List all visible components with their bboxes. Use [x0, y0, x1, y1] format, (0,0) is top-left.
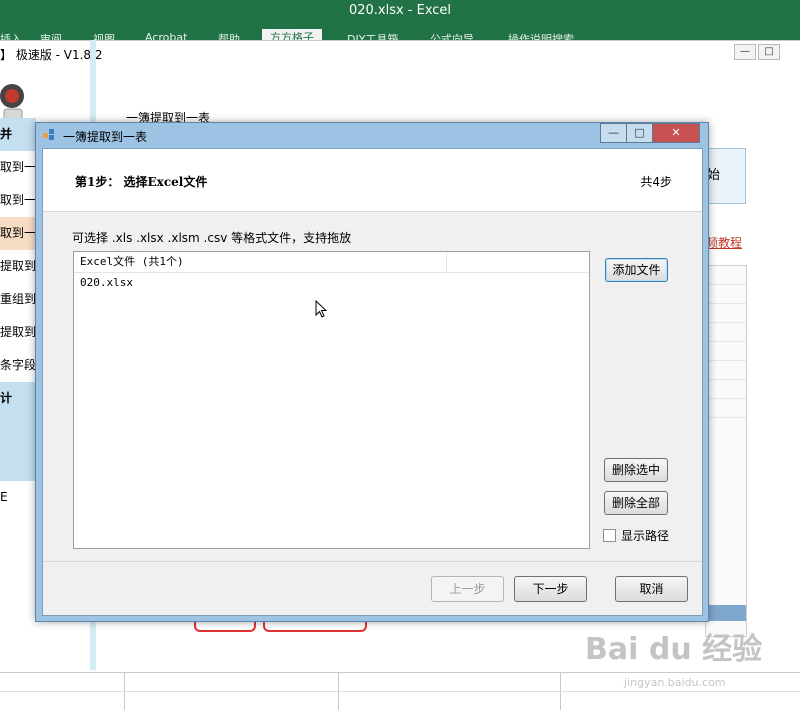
- dialog-footer-separator: [43, 561, 702, 562]
- show-path-checkbox[interactable]: 显示路径: [603, 527, 669, 544]
- extract-dialog: 一簿提取到一表 — □ ✕ 第1步： 选择Excel文件 共4步 可选择 .xl…: [35, 122, 709, 622]
- sidebar-item-7[interactable]: 条字段: [0, 349, 36, 382]
- sidebar-group-10[interactable]: [0, 448, 36, 481]
- step-header: 第1步： 选择Excel文件 共4步: [43, 149, 702, 212]
- add-file-button[interactable]: 添加文件: [605, 258, 668, 282]
- tool-start-button[interactable]: 始: [706, 148, 746, 204]
- tool-window-title: 】 极速版 - V1.8.2: [0, 48, 103, 62]
- sidebar-item-5[interactable]: 重组到一: [0, 283, 36, 316]
- cancel-button[interactable]: 取消: [615, 576, 688, 602]
- tool-video-tutorial-link[interactable]: 频教程: [706, 234, 742, 251]
- mouse-pointer-icon: [315, 300, 327, 318]
- delete-all-button[interactable]: 删除全部: [604, 491, 668, 515]
- tool-preview-panel: [705, 265, 747, 637]
- column-header-excel-files[interactable]: Excel文件 (共1个): [74, 252, 447, 272]
- sidebar-group-merge[interactable]: 并: [0, 118, 36, 151]
- excel-title-bar: 020.xlsx - Excel 插入 审阅 视图 Acrobat 帮助 方方格…: [0, 0, 800, 41]
- file-format-hint: 可选择 .xls .xlsx .xlsm .csv 等格式文件，支持拖放: [72, 231, 352, 245]
- show-path-label: 显示路径: [621, 529, 670, 543]
- dialog-minimize-button[interactable]: —: [600, 123, 627, 143]
- sidebar-item-11[interactable]: E: [0, 481, 36, 514]
- checkbox-box[interactable]: [603, 529, 616, 542]
- next-step-button[interactable]: 下一步: [514, 576, 587, 602]
- app-grid-icon: [43, 129, 54, 140]
- sidebar-item-4[interactable]: 提取到一: [0, 250, 36, 283]
- sidebar-item-2[interactable]: 取到一表: [0, 184, 36, 217]
- tool-sidebar: 并 取到一簿 取到一表 取到一表 提取到一 重组到一 提取到一 条字段 计 E: [0, 118, 36, 514]
- dialog-client-area: 第1步： 选择Excel文件 共4步 可选择 .xls .xlsx .xlsm …: [42, 148, 703, 616]
- sidebar-item-1[interactable]: 取到一簿: [0, 151, 36, 184]
- dialog-title: 一簿提取到一表: [63, 130, 148, 144]
- dialog-maximize-button[interactable]: □: [626, 123, 653, 143]
- column-header-empty[interactable]: [447, 252, 589, 272]
- excel-window-title: 020.xlsx - Excel: [348, 3, 452, 18]
- step-count: 共4步: [640, 175, 672, 189]
- prev-step-button[interactable]: 上一步: [431, 576, 504, 602]
- baidu-watermark-url: jingyan.baidu.com: [624, 676, 726, 689]
- step-title: 第1步： 选择Excel文件: [75, 175, 208, 189]
- dialog-title-bar[interactable]: 一簿提取到一表 — □ ✕: [36, 123, 708, 147]
- sidebar-item-6[interactable]: 提取到一: [0, 316, 36, 349]
- sidebar-item-3-selected[interactable]: 取到一表: [0, 217, 36, 250]
- sidebar-group-stats[interactable]: 计: [0, 382, 36, 415]
- delete-selected-button[interactable]: 删除选中: [604, 458, 668, 482]
- dialog-close-button[interactable]: ✕: [652, 123, 700, 143]
- baidu-watermark: Bai du 经验: [585, 632, 763, 667]
- tool-maximize-button[interactable]: □: [758, 44, 780, 60]
- sidebar-group-9[interactable]: [0, 415, 36, 448]
- list-item[interactable]: 020.xlsx: [74, 274, 450, 292]
- file-list[interactable]: Excel文件 (共1个) 020.xlsx: [73, 251, 590, 549]
- file-list-header: Excel文件 (共1个): [74, 252, 589, 273]
- tool-minimize-button[interactable]: —: [734, 44, 756, 60]
